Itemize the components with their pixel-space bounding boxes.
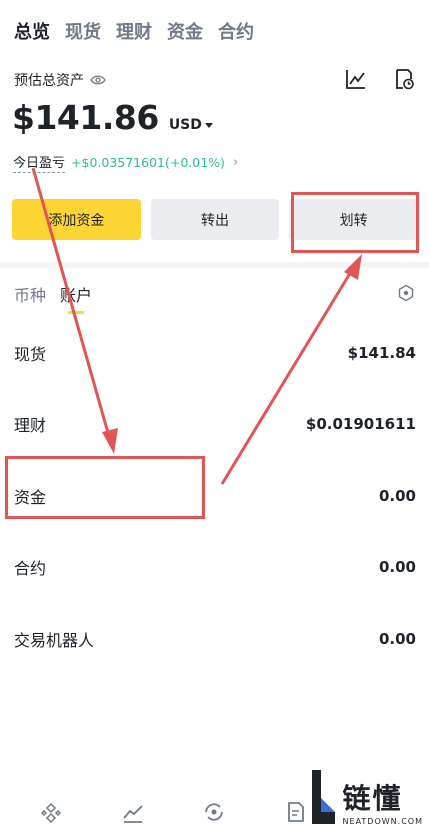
trade-icon[interactable] <box>202 800 226 824</box>
header-actions <box>345 68 415 90</box>
account-row-futures[interactable]: 合约 0.00 <box>0 532 429 604</box>
watermark-url: NEATDOWN.COM <box>342 817 423 826</box>
estimated-assets-row: 预估总资产 <box>14 70 106 90</box>
account-value: 0.00 <box>378 558 416 577</box>
eye-icon[interactable] <box>90 74 106 86</box>
tab-spot[interactable]: 现货 <box>65 18 101 44</box>
funding-highlight-box <box>5 456 205 519</box>
tab-account[interactable]: 账户 <box>60 282 92 314</box>
account-row-earn[interactable]: 理财 $0.01901611 <box>0 389 429 461</box>
caret-down-icon <box>204 122 213 128</box>
account-name: 合约 <box>14 559 47 579</box>
account-name: 交易机器人 <box>14 630 95 650</box>
tab-earn[interactable]: 理财 <box>116 18 152 44</box>
watermark-logo-icon <box>311 770 335 824</box>
orders-icon[interactable] <box>284 800 308 824</box>
estimated-assets-label: 预估总资产 <box>14 73 84 89</box>
watermark: 链懂 NEATDOWN.COM <box>309 768 423 826</box>
account-value: $141.84 <box>347 343 416 362</box>
top-tab-bar: 总览 现货 理财 资金 合约 <box>14 16 269 46</box>
chart-line-icon[interactable] <box>345 68 367 90</box>
section-divider <box>0 262 429 268</box>
pnl-value: +$0.03571601(+0.01%) <box>71 155 225 170</box>
withdraw-button[interactable]: 转出 <box>150 199 280 240</box>
balance-row: $141.86 USD <box>12 98 213 137</box>
history-icon[interactable] <box>393 68 415 90</box>
sub-tab-bar: 币种 账户 <box>14 282 92 314</box>
account-name: 理财 <box>14 416 47 436</box>
account-name: 现货 <box>14 344 47 364</box>
chevron-right-icon: › <box>232 155 239 170</box>
home-logo-icon[interactable] <box>39 800 63 824</box>
transfer-highlight-box <box>291 192 419 253</box>
tab-overview[interactable]: 总览 <box>14 18 50 44</box>
watermark-text: 链懂 <box>342 782 403 815</box>
currency-selector[interactable]: USD <box>169 117 213 133</box>
account-row-trading-bots[interactable]: 交易机器人 0.00 <box>0 603 429 675</box>
currency-label: USD <box>168 117 202 133</box>
markets-icon[interactable] <box>121 800 145 824</box>
total-balance: $141.86 <box>12 98 159 137</box>
tab-funding[interactable]: 资金 <box>167 18 203 44</box>
account-value: 0.00 <box>378 629 416 648</box>
account-value: 0.00 <box>378 486 416 505</box>
account-value: $0.01901611 <box>305 415 416 434</box>
deposit-button[interactable]: 添加资金 <box>12 199 141 240</box>
account-row-spot[interactable]: 现货 $141.84 <box>0 317 429 389</box>
pnl-label: 今日盈亏 <box>13 152 66 173</box>
tab-coin[interactable]: 币种 <box>14 282 46 314</box>
pnl-row[interactable]: 今日盈亏 +$0.03571601(+0.01%) › <box>13 152 238 173</box>
tab-futures[interactable]: 合约 <box>218 18 254 44</box>
hexagon-settings-icon[interactable] <box>397 284 415 302</box>
